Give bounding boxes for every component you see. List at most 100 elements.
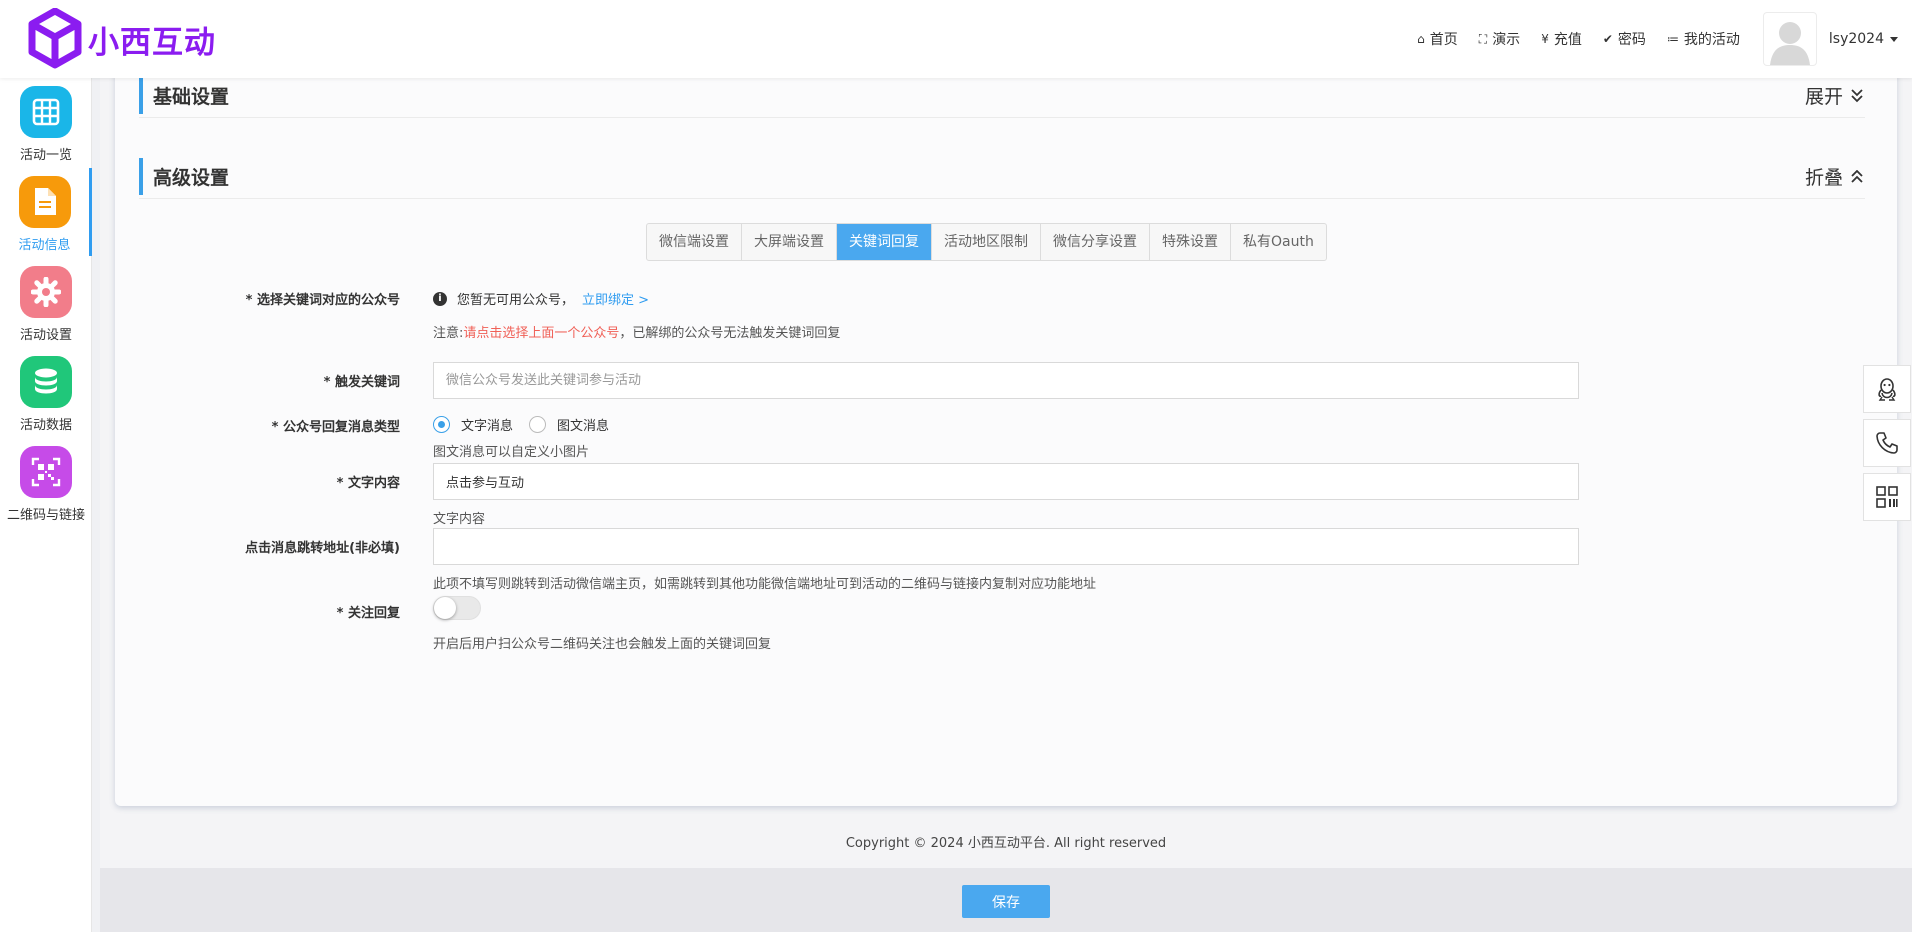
nav-demo[interactable]: ⛶ 演示 [1479,29,1520,49]
expand-toggle[interactable]: 展开 [1805,82,1863,109]
collapse-toggle[interactable]: 折叠 [1805,163,1863,190]
sidebar-item-activity-list[interactable]: 活动一览 [0,78,92,166]
top-header: 小西互动 ⌂ 首页 ⛶ 演示 ¥ 充值 ✔ 密码 ≔ 我的活动 lsy2024 [0,0,1912,78]
footer-action-bar: 保存 [100,868,1912,932]
double-chevron-up-icon [1851,169,1863,183]
radio-image-message[interactable] [529,416,547,433]
nav-home[interactable]: ⌂ 首页 [1417,29,1458,49]
sidebar-item-activity-info[interactable]: 活动信息 [0,168,92,256]
note-suffix: ，已解绑的公众号无法触发关键词回复 [619,326,841,341]
section-title: 高级设置 [153,167,230,189]
grid-icon [20,86,72,138]
save-button[interactable]: 保存 [962,885,1050,918]
avatar[interactable] [1762,12,1817,66]
text-content-field: 文字内容 [433,463,1579,527]
text-content-label: * 文字内容 [336,476,400,491]
account-field: i 您暂无可用公众号， 立即绑定 > 注意:请点击选择上面一个公众号，已解绑的公… [433,289,840,341]
tab-wechat[interactable]: 微信端设置 [647,224,742,260]
follow-reply-field: 开启后用户扫公众号二维码关注也会触发上面的关键词回复 [433,596,771,652]
chevron-down-icon [1890,36,1898,42]
tab-wechat-share[interactable]: 微信分享设置 [1041,224,1150,260]
nav-home-label: 首页 [1429,32,1458,48]
expand-icon: ⛶ [1478,31,1488,46]
list-icon: ≔ [1666,32,1679,46]
phone-icon [1876,432,1898,454]
qq-icon [1878,378,1896,401]
home-icon: ⌂ [1417,32,1425,46]
follow-reply-label: * 关注回复 [336,606,400,621]
keyword-label: * 触发关键词 [323,375,400,390]
qrcode-icon [1876,486,1898,508]
tab-private-oauth[interactable]: 私有Oauth [1231,224,1326,260]
note-prefix: 注意: [433,326,464,341]
sidebar-item-label: 活动设置 [19,328,72,343]
username: lsy2024 [1828,31,1884,47]
text-content-help: 文字内容 [433,512,486,527]
top-nav: ⌂ 首页 ⛶ 演示 ¥ 充值 ✔ 密码 ≔ 我的活动 lsy2024 [1417,0,1912,78]
text-content-input[interactable] [433,463,1579,500]
logo[interactable]: 小西互动 [28,8,216,70]
sidebar: 活动一览 活动信息 活动设置 活动数据 二维码与链接 [0,78,92,932]
jump-url-label: 点击消息跳转地址(非必填) [245,541,400,556]
cube-logo-icon [28,8,82,69]
nav-demo-label: 演示 [1492,32,1521,48]
section-title: 基础设置 [153,86,230,108]
switch-knob [434,597,456,619]
jump-url-field: 此项不填写则跳转到活动微信端主页，如需跳转到其他功能微信端地址可到活动的二维码与… [433,528,1579,592]
account-note: 注意:请点击选择上面一个公众号，已解绑的公众号无法触发关键词回复 [433,322,840,341]
reply-type-radios: 文字消息 图文消息 [433,415,609,434]
qrcode-button[interactable] [1863,473,1911,521]
account-info-text: 您暂无可用公众号， [457,293,575,308]
floating-contact-panel [1863,365,1911,527]
sidebar-item-label: 活动一览 [19,148,72,163]
follow-reply-help: 开启后用户扫公众号二维码关注也会触发上面的关键词回复 [433,637,772,652]
radio-text-message[interactable] [433,416,450,433]
phone-button[interactable] [1863,419,1911,467]
qrcode-icon [20,446,72,498]
expand-label: 展开 [1804,86,1843,108]
settings-card: 基础设置 展开 高级设置 折叠 微信端设置 大屏端设置 关键词回复 活动地区限制… [115,60,1897,806]
sidebar-item-label: 活动数据 [19,418,72,433]
yen-icon: ¥ [1541,32,1549,46]
info-icon: i [433,291,447,306]
jump-url-help: 此项不填写则跳转到活动微信端主页，如需跳转到其他功能微信端地址可到活动的二维码与… [433,577,1097,592]
tab-region-limit[interactable]: 活动地区限制 [932,224,1041,260]
reply-type-field: 文字消息 图文消息 图文消息可以自定义小图片 [433,415,609,460]
bind-now-link[interactable]: 立即绑定 > [582,289,649,308]
section-basic: 基础设置 展开 [139,75,1865,118]
copyright: Copyright © 2024 小西互动平台. All right reser… [845,836,1167,851]
document-icon [18,176,71,228]
nav-my-activities-label: 我的活动 [1683,32,1740,48]
jump-url-input[interactable] [433,528,1579,565]
keyword-input[interactable] [433,362,1579,399]
section-accent-bar [139,158,143,195]
follow-reply-switch[interactable] [433,596,481,620]
account-label: * 选择关键词对应的公众号 [245,293,400,308]
tab-big-screen[interactable]: 大屏端设置 [742,224,837,260]
sidebar-item-activity-settings[interactable]: 活动设置 [0,258,92,346]
database-icon [20,356,72,408]
reply-type-help: 图文消息可以自定义小图片 [433,445,590,460]
tab-special[interactable]: 特殊设置 [1150,224,1231,260]
check-circle-icon: ✔ [1602,32,1613,46]
sidebar-item-activity-data[interactable]: 活动数据 [0,348,92,436]
collapse-label: 折叠 [1804,167,1843,189]
nav-recharge-label: 充值 [1553,32,1582,48]
double-chevron-down-icon [1851,88,1863,102]
sidebar-item-qrcode[interactable]: 二维码与链接 [0,438,92,526]
gear-icon [20,266,72,318]
note-warning: 请点击选择上面一个公众号 [463,326,620,341]
radio-text-label: 文字消息 [461,419,514,434]
section-advanced: 高级设置 折叠 [139,156,1865,199]
nav-password[interactable]: ✔ 密码 [1603,29,1646,49]
user-menu[interactable]: lsy2024 [1829,31,1898,47]
brand-name: 小西互动 [88,24,216,61]
nav-my-activities[interactable]: ≔ 我的活动 [1667,29,1740,49]
nav-recharge[interactable]: ¥ 充值 [1541,29,1582,49]
tab-keyword-reply[interactable]: 关键词回复 [837,224,932,260]
account-info: i 您暂无可用公众号， 立即绑定 > [433,289,840,308]
reply-type-label: * 公众号回复消息类型 [271,420,400,435]
qq-button[interactable] [1863,365,1911,413]
radio-image-label: 图文消息 [557,419,610,434]
sidebar-item-label: 二维码与链接 [6,508,85,523]
